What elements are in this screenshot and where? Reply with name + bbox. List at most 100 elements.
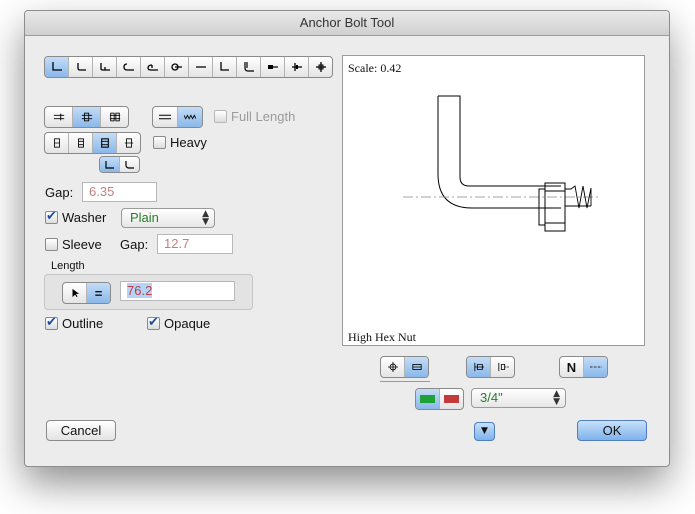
j-hook-round-icon [146,64,158,71]
disclosure-button[interactable]: ▼ [474,422,495,441]
end-style-plain-button[interactable] [45,107,73,127]
nut-high-icon [124,138,133,148]
shape-l-hook-short-button[interactable] [69,57,93,77]
shape-l-hook-button[interactable] [45,57,69,77]
window-title: Anchor Bolt Tool [25,11,669,36]
bolt-end-plain-icon [53,113,64,121]
end-style-segment [44,106,129,128]
j-hook-open-icon [122,63,134,71]
sleeve-checkbox[interactable] [45,238,58,251]
plain-rod-icon [159,114,171,120]
popup-arrows-icon: ▲ ▼ [202,209,209,227]
green-swatch-icon [420,395,435,403]
washer-label: Washer [62,210,107,225]
view-center-button[interactable] [381,357,405,377]
length-equals-button[interactable]: = [87,283,110,303]
pointer-arrow-icon [72,288,79,298]
outline-checkbox[interactable] [45,315,58,330]
washer-type-popup[interactable]: Plain ▲ ▼ [121,208,215,228]
nut-style-segment [44,132,141,154]
double-end-icon [291,63,302,71]
shape-l-bend-button[interactable] [213,57,237,77]
preview-caption: High Hex Nut [348,330,416,344]
sharp-bend-icon [105,160,114,169]
nut-style-3-button[interactable] [93,133,117,153]
popup-arrows-icon: ▲ ▼ [553,389,560,407]
nut-style-4-button[interactable] [117,133,140,153]
threaded-rod-icon [184,114,196,120]
bolt-size-popup[interactable]: 3/4" ▲ ▼ [471,388,566,408]
end-style-nut-button[interactable] [73,107,101,127]
headed-icon [267,65,278,69]
solid-anchor-icon [473,362,484,372]
nut-style-1-button[interactable] [45,133,69,153]
length-mode-segment: = [62,282,111,304]
dash-line-button[interactable] [584,357,607,377]
length-field[interactable]: 76.2 [120,281,235,301]
heavy-label: Heavy [170,135,207,150]
opaque-checkbox[interactable] [147,315,160,330]
washer-checkbox[interactable] [45,209,58,224]
shape-headed-button[interactable] [261,57,285,77]
end-style-double-nut-button[interactable] [101,107,128,127]
shape-l-bend-long-button[interactable] [237,57,261,77]
anchor-dashed-button[interactable] [491,357,514,377]
nut-heavy-icon [100,138,109,148]
length-pointer-button[interactable] [63,283,87,303]
shape-loop-button[interactable] [165,57,189,77]
shape-j-hook-open-button[interactable] [117,57,141,77]
full-length-label: Full Length [231,109,296,124]
side-view-icon [411,364,422,370]
sleeve-gap-label: Gap: [120,237,149,252]
dash-line-icon [589,366,602,368]
bend-toggle-segment [99,156,140,173]
anchor-mode-segment [466,356,515,378]
color-segment [415,388,464,410]
ok-button[interactable]: OK [577,420,647,441]
north-button[interactable]: N [560,357,584,377]
cancel-button[interactable]: Cancel [46,420,116,441]
crosshair-icon [387,362,398,372]
shape-double-end-button[interactable] [285,57,309,77]
dashed-anchor-icon [497,362,509,372]
thread-plain-button[interactable] [153,107,178,127]
gap-field[interactable]: 6.35 [82,182,157,202]
sleeve-label: Sleeve [62,237,102,252]
bend-round-button[interactable] [120,157,139,172]
nut-style-2-button[interactable] [69,133,93,153]
nut-side-icon [53,138,60,148]
bend-sharp-button[interactable] [100,157,120,172]
nut-side-washer-icon [77,138,84,148]
l-hook-short-icon [76,63,86,71]
color-red-button[interactable] [440,389,463,409]
l-bend-long-icon [243,62,254,72]
thread-threaded-button[interactable] [178,107,202,127]
gap-label: Gap: [45,185,74,200]
view-side-button[interactable] [405,357,428,377]
color-green-button[interactable] [416,389,440,409]
view-mode-segment [380,356,429,378]
triangle-down-icon: ▼ [481,426,488,436]
l-hook-icon [51,62,62,71]
dialog-window: Anchor Bolt Tool Full Length Heavy Gap: … [24,10,670,467]
bolt-end-double-nut-icon [109,112,120,122]
full-length-checkbox[interactable] [214,110,227,123]
shape-straight-button[interactable] [189,57,213,77]
equals-icon: = [94,285,103,301]
shape-plate-button[interactable] [309,57,332,77]
north-label: N [566,359,577,375]
shape-j-hook-round-button[interactable] [141,57,165,77]
j-hook-icon [99,63,110,71]
anchor-solid-button[interactable] [467,357,491,377]
sleeve-gap-field[interactable]: 12.7 [157,234,233,254]
shape-j-hook-button[interactable] [93,57,117,77]
bolt-end-nut-icon [81,112,92,122]
red-swatch-icon [444,395,459,403]
washer-type-value: Plain [130,210,159,225]
length-group-label: Length [51,260,85,272]
anchor-bolt-drawing [403,95,598,232]
bolt-preview-panel: Scale: 0.42 High Hex Nut [342,55,645,346]
round-bend-icon [125,160,134,169]
outline-label: Outline [62,316,104,331]
heavy-checkbox[interactable] [153,136,166,149]
